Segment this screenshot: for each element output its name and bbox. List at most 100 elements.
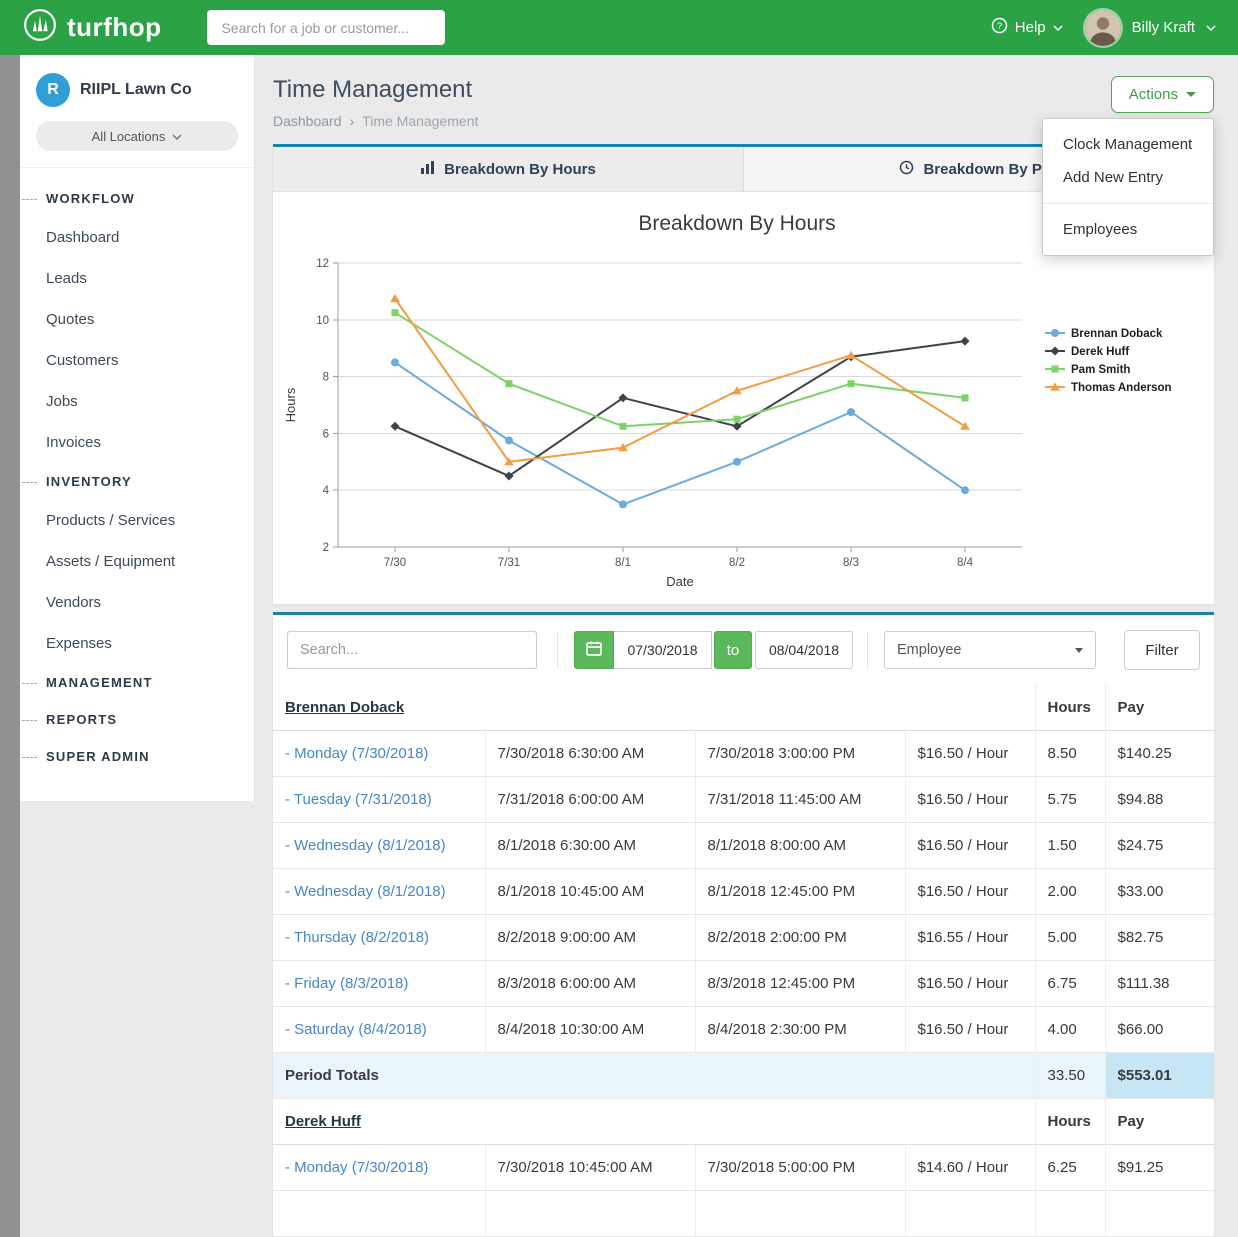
svg-text:?: ? xyxy=(997,21,1002,32)
menu-item-employees[interactable]: Employees xyxy=(1043,213,1213,246)
pay-value: $82.75 xyxy=(1105,915,1214,961)
end-time: 8/4/2018 2:30:00 PM xyxy=(695,1007,905,1053)
day-link[interactable]: - Saturday (8/4/2018) xyxy=(285,1021,427,1038)
menu-item-clock-management[interactable]: Clock Management xyxy=(1043,128,1213,161)
employee-link[interactable]: Brennan Doback xyxy=(285,699,404,716)
time-entry-row: - Wednesday (8/1/2018)8/1/2018 10:45:00 … xyxy=(273,869,1214,915)
svg-text:7/30: 7/30 xyxy=(384,557,406,569)
actions-button[interactable]: Actions xyxy=(1111,76,1214,113)
filter-button[interactable]: Filter xyxy=(1124,630,1200,670)
day-link[interactable]: - Wednesday (8/1/2018) xyxy=(285,883,446,900)
svg-text:Pam Smith: Pam Smith xyxy=(1071,364,1130,376)
day-link[interactable]: - Thursday (8/2/2018) xyxy=(285,929,429,946)
sidebar-item-jobs[interactable]: Jobs xyxy=(20,381,254,422)
employee-group-row: Brennan DobackHoursPay xyxy=(273,685,1214,731)
legend-item[interactable]: Derek Huff xyxy=(1045,346,1129,358)
day-link[interactable]: - Wednesday (8/1/2018) xyxy=(285,837,446,854)
left-rail xyxy=(0,55,20,1237)
day-link[interactable]: - Friday (8/3/2018) xyxy=(285,975,408,992)
svg-text:Date: Date xyxy=(666,574,693,589)
time-table-body: Brennan DobackHoursPay- Monday (7/30/201… xyxy=(273,685,1214,1237)
sidebar-item-customers[interactable]: Customers xyxy=(20,340,254,381)
date-to-button[interactable]: to xyxy=(714,631,752,669)
breadcrumb-dashboard[interactable]: Dashboard xyxy=(273,113,342,129)
legend-item[interactable]: Pam Smith xyxy=(1045,364,1130,376)
sidebar-item-leads[interactable]: Leads xyxy=(20,258,254,299)
bar-chart-icon xyxy=(420,160,435,178)
sidebar-item-quotes[interactable]: Quotes xyxy=(20,299,254,340)
breadcrumb: Dashboard › Time Management xyxy=(273,113,478,129)
hours-value: 5.00 xyxy=(1035,915,1105,961)
global-search-input[interactable] xyxy=(207,10,445,45)
sidebar-nav: WORKFLOWDashboardLeadsQuotesCustomersJob… xyxy=(20,168,254,775)
sidebar-item-invoices[interactable]: Invoices xyxy=(20,422,254,463)
pay-column-header: Pay xyxy=(1105,1099,1214,1145)
pay-value: $140.25 xyxy=(1105,731,1214,777)
hours-value: 2.00 xyxy=(1035,869,1105,915)
date-to-input[interactable] xyxy=(755,631,853,669)
clock-icon xyxy=(899,160,914,179)
sidebar: R RIIPL Lawn Co All Locations WORKFLOWDa… xyxy=(20,55,255,801)
pay-column-header: Pay xyxy=(1105,685,1214,731)
svg-text:Hours: Hours xyxy=(283,387,298,422)
pay-value: $66.00 xyxy=(1105,1007,1214,1053)
calendar-button[interactable] xyxy=(574,631,614,669)
time-entry-row: - Thursday (8/2/2018)8/2/2018 9:00:00 AM… xyxy=(273,915,1214,961)
sidebar-item-products-services[interactable]: Products / Services xyxy=(20,500,254,541)
time-entry-row: - Monday (7/30/2018)7/30/2018 6:30:00 AM… xyxy=(273,731,1214,777)
day-link[interactable]: - Monday (7/30/2018) xyxy=(285,745,428,762)
user-name: Billy Kraft xyxy=(1132,19,1195,36)
period-totals-row: Period Totals33.50$553.01 xyxy=(273,1053,1214,1099)
day-link[interactable]: - Monday (7/30/2018) xyxy=(285,1159,428,1176)
employee-select[interactable]: Employee xyxy=(884,631,1096,669)
time-entry-row: - Wednesday (8/1/2018) 8/1/2018 6:30:00 A… xyxy=(273,823,1214,869)
tab-breakdown-by-hours[interactable]: Breakdown By Hours xyxy=(273,147,743,191)
help-menu[interactable]: ? Help xyxy=(991,17,1063,38)
end-time: 7/31/2018 11:45:00 AM xyxy=(695,777,905,823)
start-time: 8/1/2018 6:30:00 AM xyxy=(485,823,695,869)
tree-dash-icon xyxy=(22,720,37,721)
time-entry-row: - Friday (8/3/2018)8/3/2018 6:00:00 AM8/… xyxy=(273,961,1214,1007)
svg-text:Derek Huff: Derek Huff xyxy=(1071,346,1129,358)
time-entry-row xyxy=(273,1191,1214,1237)
pay-value: $91.25 xyxy=(1105,1145,1214,1191)
legend-item[interactable]: Thomas Anderson xyxy=(1045,382,1172,394)
tree-dash-icon xyxy=(22,757,37,758)
svg-text:2: 2 xyxy=(323,542,329,554)
time-entries-card: to Employee Filter Brennan DobackHoursPa… xyxy=(273,612,1214,1237)
pay-value: $33.00 xyxy=(1105,869,1214,915)
total-hours: 33.50 xyxy=(1035,1053,1105,1099)
tree-dash-icon xyxy=(22,199,37,200)
menu-item-add-new-entry[interactable]: Add New Entry xyxy=(1043,161,1213,194)
help-label: Help xyxy=(1015,19,1046,36)
employee-link[interactable]: Derek Huff xyxy=(285,1113,361,1130)
table-search-input[interactable] xyxy=(287,631,537,669)
sidebar-item-vendors[interactable]: Vendors xyxy=(20,582,254,623)
chevron-down-icon xyxy=(1206,19,1216,36)
pay-rate: $16.50 / Hour xyxy=(905,961,1035,1007)
sidebar-item-expenses[interactable]: Expenses xyxy=(20,623,254,664)
total-pay: $553.01 xyxy=(1105,1053,1214,1099)
svg-text:8/3: 8/3 xyxy=(843,557,859,569)
user-menu[interactable]: Billy Kraft xyxy=(1085,10,1216,46)
pay-value: $111.38 xyxy=(1105,961,1214,1007)
svg-text:8: 8 xyxy=(323,372,329,384)
help-icon: ? xyxy=(991,17,1008,38)
nav-section-management: MANAGEMENT xyxy=(20,664,254,701)
location-selector[interactable]: All Locations xyxy=(36,121,238,151)
pay-rate: $16.50 / Hour xyxy=(905,1007,1035,1053)
end-time: 8/2/2018 2:00:00 PM xyxy=(695,915,905,961)
date-from-input[interactable] xyxy=(614,631,712,669)
sidebar-item-dashboard[interactable]: Dashboard xyxy=(20,217,254,258)
actions-dropdown-menu: Clock Management Add New Entry Employees xyxy=(1042,118,1214,256)
legend-item[interactable]: Brennan Doback xyxy=(1045,328,1163,340)
svg-text:4: 4 xyxy=(323,485,330,497)
brand-name: turfhop xyxy=(67,12,161,43)
nav-section-super-admin: SUPER ADMIN xyxy=(20,738,254,775)
day-link[interactable]: - Tuesday (7/31/2018) xyxy=(285,791,432,808)
sidebar-item-assets-equipment[interactable]: Assets / Equipment xyxy=(20,541,254,582)
caret-down-icon xyxy=(1186,92,1196,97)
page-title: Time Management xyxy=(273,76,478,104)
brand[interactable]: turfhop xyxy=(22,7,161,48)
chevron-down-icon xyxy=(172,129,182,144)
